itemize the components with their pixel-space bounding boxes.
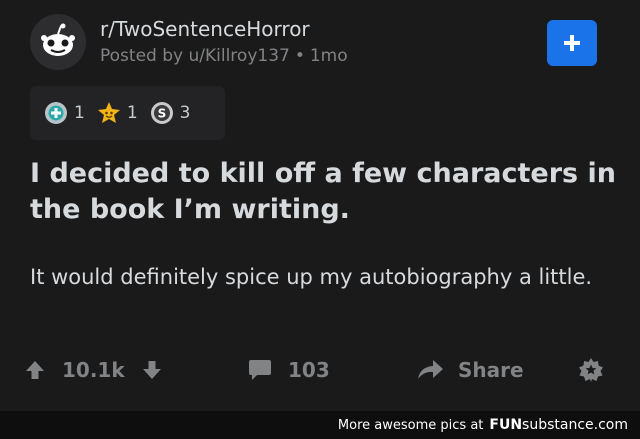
helpful-award-icon <box>45 102 67 124</box>
wholesome-award-icon <box>97 102 120 123</box>
award-count: 3 <box>179 103 191 123</box>
award-button[interactable] <box>578 350 604 390</box>
comment-count: 103 <box>288 358 330 382</box>
credit-text: More awesome pics at <box>337 417 484 433</box>
awards-bar[interactable]: 1 1 S 3 <box>30 86 225 140</box>
comments-button[interactable]: 103 <box>248 350 330 390</box>
svg-text:S: S <box>157 107 166 121</box>
subreddit-name[interactable]: r/TwoSentenceHorror <box>100 16 348 42</box>
vote-controls: 10.1k <box>24 350 163 390</box>
silver-award-icon: S <box>150 102 173 124</box>
subreddit-avatar[interactable] <box>30 14 86 70</box>
share-button[interactable]: Share <box>416 350 524 390</box>
separator-dot: • <box>294 46 305 66</box>
post-title[interactable]: I decided to kill off a few characters i… <box>30 156 620 228</box>
award-star-icon <box>579 358 603 382</box>
watermark-credit[interactable]: More awesome pics at FUN substance.com <box>338 411 628 439</box>
award-helpful[interactable]: 1 <box>44 101 85 125</box>
share-arrow-icon <box>418 360 443 379</box>
award-wholesome[interactable]: 1 <box>97 101 138 125</box>
upvote-arrow-icon[interactable] <box>24 359 46 381</box>
reddit-ghost-icon <box>41 23 75 56</box>
award-silver[interactable]: S 3 <box>150 101 191 125</box>
action-bar: 10.1k 103 Share <box>0 350 640 390</box>
brand-rest: substance.com <box>522 417 628 433</box>
post-age: 1mo <box>309 46 348 66</box>
watermark-bar: More awesome pics at FUN substance.com <box>0 411 640 439</box>
post-body: It would definitely spice up my autobiog… <box>30 265 593 289</box>
post-meta: Posted by u/Killroy137 • 1mo <box>100 44 348 68</box>
join-button[interactable] <box>547 20 597 66</box>
comment-bubble-icon <box>249 360 271 380</box>
share-label: Share <box>458 358 524 382</box>
plus-icon <box>564 35 580 51</box>
post-header: r/TwoSentenceHorror Posted by u/Killroy1… <box>30 14 348 70</box>
downvote-arrow-icon[interactable] <box>141 359 163 381</box>
posted-by[interactable]: Posted by u/Killroy137 <box>100 46 290 66</box>
vote-score: 10.1k <box>62 358 125 382</box>
award-count: 1 <box>126 103 138 123</box>
award-count: 1 <box>74 103 85 123</box>
brand-bold: FUN <box>489 417 523 433</box>
